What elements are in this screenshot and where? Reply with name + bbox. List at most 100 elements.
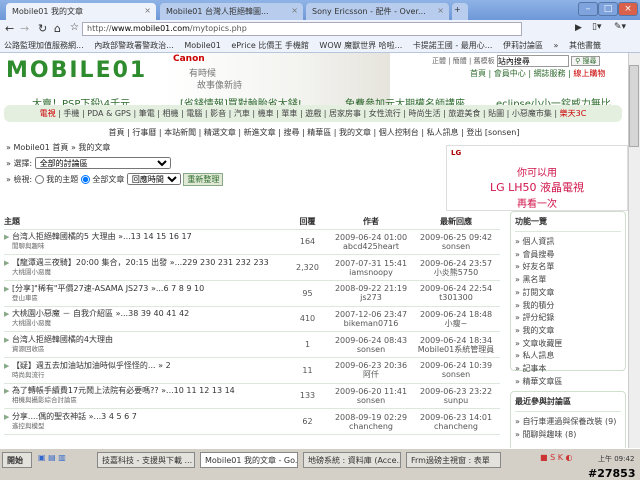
- bookmark-item[interactable]: 公路監理加值服務網...: [4, 41, 84, 50]
- function-link[interactable]: » 精華文章區: [515, 376, 621, 389]
- last-reply-user[interactable]: Mobile01系統管理員: [412, 345, 500, 354]
- subnav-link[interactable]: 新進文章: [244, 128, 276, 137]
- refresh-button[interactable]: 重新整理: [183, 173, 224, 186]
- subnav-link[interactable]: 私人訊息: [427, 128, 459, 137]
- other-bookmarks[interactable]: 其他書籤: [569, 41, 601, 50]
- author-link[interactable]: sonsen: [330, 345, 412, 354]
- close-tab-icon[interactable]: ×: [437, 6, 444, 15]
- bookmark-item[interactable]: 伊莉討論區: [503, 41, 543, 50]
- topic-forum[interactable]: 資源回收區: [4, 345, 285, 354]
- scrollbar-thumb[interactable]: [629, 65, 639, 147]
- quicklaunch-icons[interactable]: ▣ ▤ ▥: [38, 453, 66, 462]
- author-link[interactable]: js273: [330, 293, 412, 302]
- tab-mobile01-my-articles[interactable]: Mobile01 我的文章 ×: [6, 3, 156, 20]
- topic-forum[interactable]: 相機與攝影綜合討論區: [4, 396, 285, 405]
- category-link[interactable]: 機車: [258, 109, 274, 118]
- category-link[interactable]: 單車: [281, 109, 297, 118]
- topnav-member[interactable]: 會員中心: [494, 69, 526, 78]
- subnav-link[interactable]: 首頁: [109, 128, 125, 137]
- topic-pages[interactable]: »...13 14 15 16 17: [118, 232, 192, 241]
- category-link[interactable]: PDA & GPS: [87, 109, 131, 118]
- last-reply-user[interactable]: sonsen: [412, 370, 500, 379]
- close-tab-icon[interactable]: ×: [291, 6, 298, 15]
- taskbar-item[interactable]: 地磅系統 : 資料庫 (Acce...: [303, 452, 401, 468]
- subnav-link[interactable]: 行事曆: [132, 128, 156, 137]
- bookmarks-overflow[interactable]: »: [554, 41, 559, 50]
- taskbar-item-active[interactable]: Mobile01 我的文章 - Go...: [200, 452, 298, 468]
- topic-title-link[interactable]: 【疑】週五去加油站加油時似乎怪怪的...: [12, 361, 156, 370]
- category-link[interactable]: 電腦: [186, 109, 202, 118]
- last-reply-user[interactable]: 小瘦~: [412, 319, 500, 328]
- minimize-button[interactable]: –: [578, 2, 598, 16]
- tray-icons[interactable]: ■ S K ◐: [540, 453, 573, 462]
- subnav-link[interactable]: 搜尋: [283, 128, 299, 137]
- wrench-menu-icon[interactable]: ✎▾: [614, 22, 626, 32]
- sort-select[interactable]: 回應時間: [126, 173, 181, 185]
- topic-title-link[interactable]: 為了轉帳手續費17元鬧上法院有必要嗎??: [12, 386, 159, 395]
- topic-pages[interactable]: »...6 7 8 9 10: [151, 284, 204, 293]
- maximize-button[interactable]: □: [598, 2, 618, 16]
- topic-title-link[interactable]: 台湾人拒絕韓國橘的4大理由: [12, 335, 113, 344]
- recent-forum-link[interactable]: » 閒聊與趣味 (8): [515, 429, 621, 442]
- topic-title-link[interactable]: 【龍潭週三夜騎】20:00 集合，20:15 出發: [12, 258, 167, 267]
- category-link[interactable]: 影音: [210, 109, 226, 118]
- function-link[interactable]: » 好友名單: [515, 261, 621, 274]
- category-link[interactable]: 手機: [63, 109, 79, 118]
- last-reply-user[interactable]: t301300: [412, 293, 500, 302]
- taskbar-item[interactable]: Frm過磅主視窗 : 表單: [406, 452, 501, 468]
- topic-forum[interactable]: 大桃園小惡魔: [4, 319, 285, 328]
- recent-forum-link[interactable]: » 自行車運過與保養改裝 (9): [515, 416, 621, 429]
- topic-title-link[interactable]: 台湾人拒絕韓國橘的5 大理由: [12, 232, 116, 241]
- search-button[interactable]: ⚲ 搜尋: [571, 56, 601, 66]
- topic-forum[interactable]: 大桃園小惡魔: [4, 268, 285, 277]
- function-link[interactable]: » 黑名單: [515, 274, 621, 287]
- topnav-home[interactable]: 首頁: [470, 69, 486, 78]
- topic-forum[interactable]: 登山車區: [4, 294, 285, 303]
- category-link[interactable]: 旅遊美食: [448, 109, 480, 118]
- taskbar-item[interactable]: 技嘉科技 - 支援與下載 ...: [97, 452, 195, 468]
- topic-pages[interactable]: »...10 11 12 13 14: [161, 386, 235, 395]
- subnav-link[interactable]: 本站新聞: [164, 128, 196, 137]
- last-reply-user[interactable]: 小炎熊5750: [412, 268, 500, 277]
- category-link[interactable]: 小惡魔市集: [512, 109, 552, 118]
- bookmark-item[interactable]: 卡提諾王國 - 最用心...: [413, 41, 493, 50]
- category-link[interactable]: 相機: [163, 109, 179, 118]
- bookmark-star-icon[interactable]: ☆: [70, 22, 79, 33]
- forward-icon[interactable]: →: [20, 22, 29, 35]
- home-icon[interactable]: ⌂: [54, 22, 61, 35]
- bookmark-item[interactable]: Mobile01: [184, 41, 220, 50]
- topic-pages[interactable]: »...3 4 5 6 7: [89, 412, 137, 421]
- topic-pages[interactable]: »...229 230 231 232 233: [170, 258, 269, 267]
- lg-advertisement[interactable]: LG 你可以用 LG LH50 液晶電視 再看一次: [446, 145, 628, 211]
- function-link[interactable]: » 私人訊息: [515, 350, 621, 363]
- bookmark-item[interactable]: ePrice 比價王 手機館: [231, 41, 309, 50]
- function-link[interactable]: » 我的積分: [515, 300, 621, 313]
- start-button[interactable]: 開始: [2, 452, 32, 468]
- close-window-button[interactable]: ×: [618, 2, 638, 16]
- category-link[interactable]: 貼圖: [488, 109, 504, 118]
- topic-pages[interactable]: »...38 39 40 41 42: [116, 309, 190, 318]
- radio-all-articles[interactable]: [80, 175, 90, 184]
- function-link[interactable]: » 訂閱文章: [515, 287, 621, 300]
- topic-forum[interactable]: 時尚與流行: [4, 371, 285, 380]
- category-link[interactable]: 遊戲: [305, 109, 321, 118]
- topnav-blog[interactable]: 網誌服務: [534, 69, 566, 78]
- page-menu-icon[interactable]: ▯▾: [592, 22, 601, 32]
- last-reply-user[interactable]: sonsen: [412, 242, 500, 251]
- new-tab-button[interactable]: +: [452, 3, 468, 20]
- subnav-link[interactable]: 登出 [sonsen]: [466, 128, 519, 137]
- category-link[interactable]: 時尚生活: [409, 109, 441, 118]
- topnav-shop[interactable]: 線上購物: [573, 69, 605, 78]
- function-link[interactable]: » 我的文章: [515, 325, 621, 338]
- author-link[interactable]: iamsnoopy: [330, 268, 412, 277]
- function-link[interactable]: » 文章收藏匣: [515, 338, 621, 351]
- go-icon[interactable]: ▶: [575, 23, 582, 33]
- topic-title-link[interactable]: 大桃園小惡魔 － 自我介紹區: [12, 309, 113, 318]
- author-link[interactable]: abcd425heart: [330, 242, 412, 251]
- tab-sony-ericsson[interactable]: Sony Ericsson - 配件 - Over... ×: [306, 3, 449, 20]
- category-link[interactable]: 筆電: [139, 109, 155, 118]
- category-link[interactable]: 女性流行: [369, 109, 401, 118]
- subnav-link[interactable]: 精選文章: [204, 128, 236, 137]
- author-link[interactable]: bikeman0716: [330, 319, 412, 328]
- author-link[interactable]: 阿仟: [330, 370, 412, 379]
